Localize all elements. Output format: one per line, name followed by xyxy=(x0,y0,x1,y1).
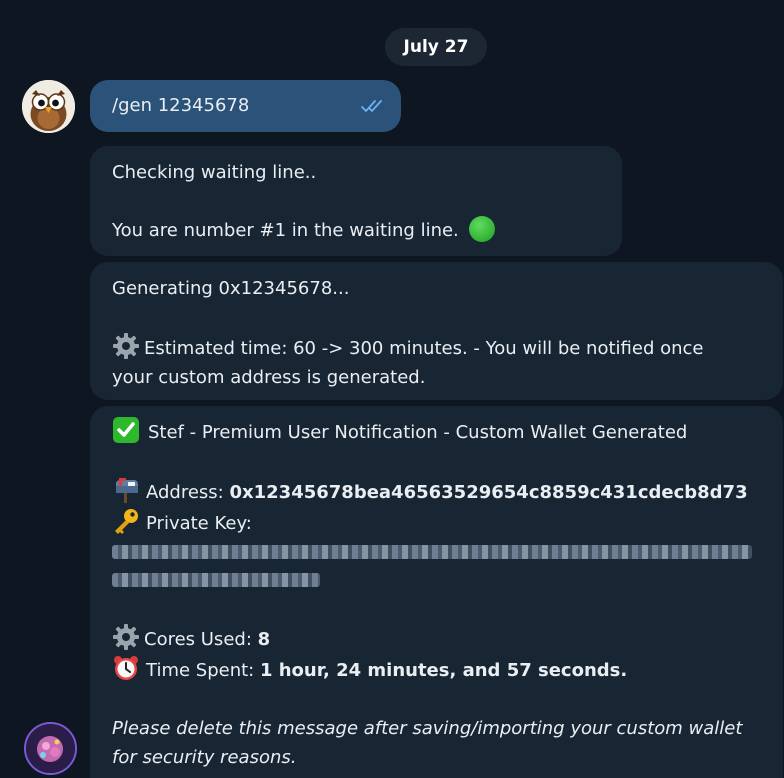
private-key-line: Private Key: xyxy=(112,507,763,538)
message-text-line: Estimated time: 60 -> 300 minutes. - You… xyxy=(112,332,763,363)
outgoing-message-text: /gen 12345678 xyxy=(112,95,250,116)
gear-icon xyxy=(112,623,140,651)
owl-avatar-icon xyxy=(22,80,75,133)
date-separator: July 27 xyxy=(385,28,487,66)
cores-used-line: Cores Used: 8 xyxy=(112,623,763,654)
outgoing-message[interactable]: /gen 12345678 xyxy=(90,80,401,132)
double-check-icon xyxy=(360,93,386,122)
address-line: Address: 0x12345678bea46563529654c8859c4… xyxy=(112,476,763,507)
gear-icon xyxy=(112,332,140,360)
time-spent-line: Time Spent: 1 hour, 24 minutes, and 57 s… xyxy=(112,654,763,685)
message-text-line: your custom address is generated. xyxy=(112,367,426,388)
time-label: Time Spent: xyxy=(146,660,260,681)
security-note-line: for security reasons. xyxy=(112,747,297,768)
bot-message-waiting-line[interactable]: Checking waiting line.. You are number #… xyxy=(90,146,622,256)
wallet-address[interactable]: 0x12345678bea46563529654c8859c431cdecb8d… xyxy=(229,482,747,503)
key-icon xyxy=(112,507,140,535)
green-circle-icon xyxy=(468,216,495,242)
white-check-mark-icon xyxy=(112,416,140,444)
message-text-line: You are number #1 in the waiting line. xyxy=(112,216,602,245)
bot-avatar-icon xyxy=(26,724,75,773)
message-text-line: Generating 0x12345678... xyxy=(112,278,350,299)
private-key-redacted[interactable] xyxy=(112,538,763,566)
waiting-position-text: You are number #1 in the waiting line. xyxy=(112,220,459,241)
estimated-time-text: Estimated time: 60 -> 300 minutes. - You… xyxy=(144,338,704,359)
alarm-clock-icon xyxy=(112,654,140,682)
user-avatar[interactable] xyxy=(22,80,75,133)
notification-title-line: Stef - Premium User Notification - Custo… xyxy=(112,416,763,447)
time-value: 1 hour, 24 minutes, and 57 seconds. xyxy=(259,660,628,681)
date-label: July 27 xyxy=(403,37,469,57)
bot-avatar[interactable] xyxy=(24,722,77,775)
private-key-redacted-continued[interactable] xyxy=(112,566,763,594)
cores-value: 8 xyxy=(257,629,271,650)
security-note-line: Please delete this message after saving/… xyxy=(112,718,743,739)
notification-title: Stef - Premium User Notification - Custo… xyxy=(148,422,688,443)
bot-message-generating[interactable]: Generating 0x12345678... Estimated time:… xyxy=(90,262,783,400)
message-text-line: Checking waiting line.. xyxy=(112,162,317,183)
mailbox-icon xyxy=(112,476,140,504)
bot-message-wallet-generated[interactable]: Stef - Premium User Notification - Custo… xyxy=(90,406,783,778)
cores-label: Cores Used: xyxy=(144,629,258,650)
address-label: Address: xyxy=(146,482,230,503)
private-key-label: Private Key: xyxy=(146,513,252,534)
